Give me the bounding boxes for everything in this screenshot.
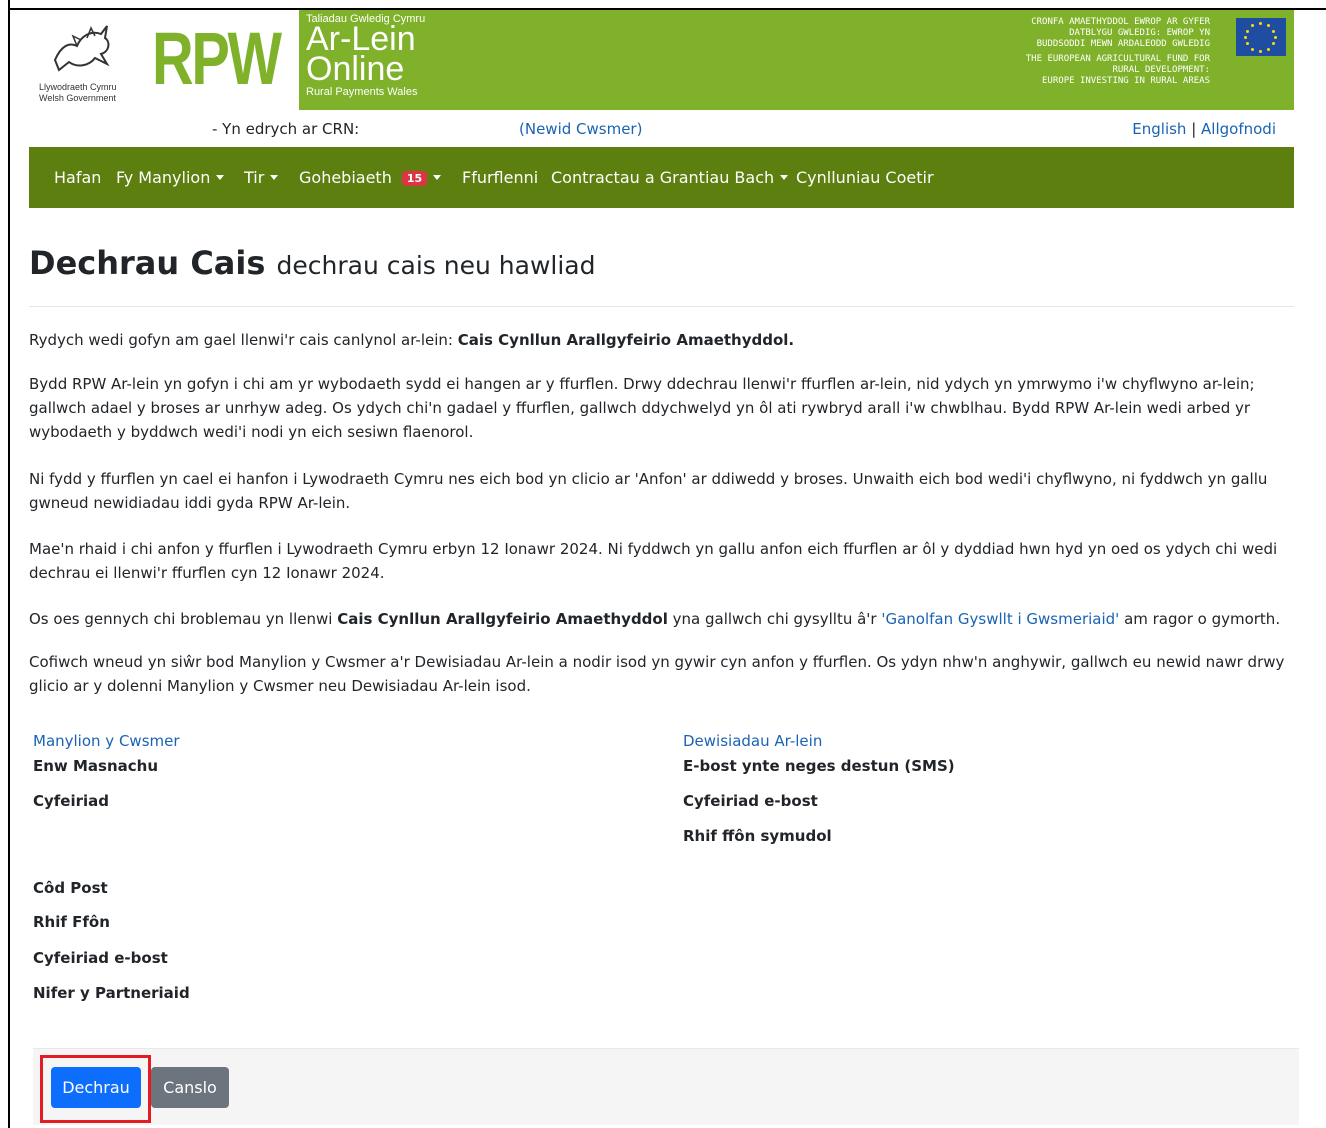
eu-funding-statement: CRONFA AMAETHYDDOL EWROP AR GYFER DATBLY… — [910, 17, 1210, 87]
help-text: yna gallwch chi gysylltu â'r — [667, 610, 882, 628]
customer-info-bar: - Yn edrych ar CRN: (Newid Cwsmer) Engli… — [29, 112, 1294, 146]
nav-woodland[interactable]: Cynlluniau Coetir — [796, 168, 934, 187]
page-subtitle: dechrau cais neu hawliad — [276, 251, 596, 280]
info-paragraph-check: Cofiwch wneud yn siŵr bod Manylion y Cws… — [29, 653, 1285, 695]
welsh-government-logo[interactable]: Llywodraeth Cymru Welsh Government — [29, 10, 136, 110]
change-customer-link[interactable]: (Newid Cwsmer) — [519, 120, 642, 138]
wg-name-cy: Llywodraeth Cymru — [39, 82, 117, 92]
info-paragraph-help: Os oes gennych chi broblemau yn llenwi C… — [29, 607, 1294, 631]
welsh-government-name: Llywodraeth Cymru Welsh Government — [39, 82, 117, 104]
nav-land[interactable]: Tir — [244, 168, 279, 187]
info-paragraph-save: Bydd RPW Ar-lein yn gofyn i chi am yr wy… — [29, 375, 1255, 441]
caret-down-icon — [270, 175, 279, 180]
cancel-button[interactable]: Canslo — [151, 1067, 229, 1108]
nav-woodland-label: Cynlluniau Coetir — [796, 168, 934, 187]
help-text: Os oes gennych chi broblemau yn llenwi — [29, 610, 338, 628]
nav-my-details[interactable]: Fy Manylion — [116, 168, 225, 187]
logout-link[interactable]: Allgofnodi — [1201, 120, 1276, 138]
link-separator: | — [1186, 120, 1202, 138]
eu-flag-icon — [1236, 18, 1286, 56]
online-text: Online — [306, 50, 405, 88]
dragon-icon — [53, 25, 110, 72]
ar-lein-online-title: Ar-Lein Online — [306, 22, 416, 88]
page-title-main: Dechrau Cais — [29, 244, 266, 282]
correspondence-count-badge: 15 — [401, 171, 428, 186]
page-title: Dechrau Cais dechrau cais neu hawliad — [29, 244, 595, 282]
eu-cy-line: BUDDSODDI MEWN ARDALEODD GWLEDIG — [1036, 39, 1210, 49]
contact-centre-link[interactable]: 'Ganolfan Gyswllt i Gwsmeriaid' — [881, 610, 1119, 628]
email-or-sms-label: E-bost ynte neges destun (SMS) — [683, 757, 955, 775]
nav-correspondence-label: Gohebiaeth — [299, 168, 392, 187]
rpw-logo[interactable]: RPW — [136, 10, 299, 110]
scheme-name: Cais Cynllun Arallgyfeirio Amaethyddol. — [457, 331, 795, 349]
nav-contracts[interactable]: Contractau a Grantiau Bach — [551, 168, 789, 187]
postcode-label: Côd Post — [33, 879, 108, 897]
trading-name-label: Enw Masnachu — [33, 757, 159, 775]
info-paragraph-submit: Ni fydd y ffurflen yn cael ei hanfon i L… — [29, 470, 1268, 512]
eu-en-line: RURAL DEVELOPMENT: — [1112, 65, 1210, 75]
nav-forms-label: Ffurflenni — [462, 168, 539, 187]
online-preferences-link[interactable]: Dewisiadau Ar-lein — [683, 732, 822, 750]
scheme-name: Cais Cynllun Arallgyfeirio Amaethyddol — [337, 610, 668, 628]
eu-en-line: EUROPE INVESTING IN RURAL AREAS — [1042, 76, 1210, 86]
mobile-label: Rhif ffôn symudol — [683, 827, 832, 845]
help-text: am ragor o gymorth. — [1119, 610, 1281, 628]
intro-text: Rydych wedi gofyn am gael llenwi'r cais … — [29, 331, 458, 349]
eu-en-line: THE EUROPEAN AGRICULTURAL FUND FOR — [1025, 54, 1210, 64]
nav-my-details-label: Fy Manylion — [116, 168, 211, 187]
english-link[interactable]: English — [1132, 120, 1186, 138]
caret-down-icon — [780, 175, 789, 180]
language-logout-links: English | Allgofnodi — [1132, 120, 1276, 138]
caret-down-icon — [216, 175, 225, 180]
phone-label: Rhif Ffôn — [33, 913, 110, 931]
nav-contracts-label: Contractau a Grantiau Bach — [551, 168, 775, 187]
eu-cy-line: CRONFA AMAETHYDDOL EWROP AR GYFER — [1031, 17, 1210, 27]
main-nav: Hafan Fy Manylion Tir Gohebiaeth 15 Ffurf… — [29, 147, 1294, 208]
intro-paragraph: Rydych wedi gofyn am gael llenwi'r cais … — [29, 328, 1294, 352]
info-paragraph-deadline: Mae'n rhaid i chi anfon y ffurflen i Lyw… — [29, 540, 1278, 582]
page-frame-left — [8, 0, 10, 1128]
eu-cy-line: DATBLYGU GWLEDIG: EWROP YN — [1069, 28, 1210, 38]
nav-land-label: Tir — [244, 168, 265, 187]
caret-down-icon — [433, 175, 442, 180]
wg-name-en: Welsh Government — [39, 93, 116, 103]
email-label: Cyfeiriad e-bost — [33, 949, 168, 967]
nav-correspondence[interactable]: Gohebiaeth 15 — [299, 168, 442, 187]
partners-label: Nifer y Partneriaid — [33, 984, 190, 1002]
start-button[interactable]: Dechrau — [51, 1067, 141, 1108]
nav-forms[interactable]: Ffurflenni — [462, 168, 538, 187]
nav-home[interactable]: Hafan — [54, 168, 101, 187]
header-banner: Llywodraeth Cymru Welsh Government RPW T… — [29, 10, 1294, 110]
rpw-logo-letters: RPW — [152, 17, 282, 100]
address-label: Cyfeiriad — [33, 792, 110, 810]
crn-label: - Yn edrych ar CRN: — [212, 120, 360, 138]
nav-home-label: Hafan — [54, 168, 102, 187]
title-divider — [29, 306, 1294, 307]
customer-details-link[interactable]: Manylion y Cwsmer — [33, 732, 180, 750]
pref-email-label: Cyfeiriad e-bost — [683, 792, 818, 810]
rpw-english-tagline: Rural Payments Wales — [306, 86, 418, 98]
